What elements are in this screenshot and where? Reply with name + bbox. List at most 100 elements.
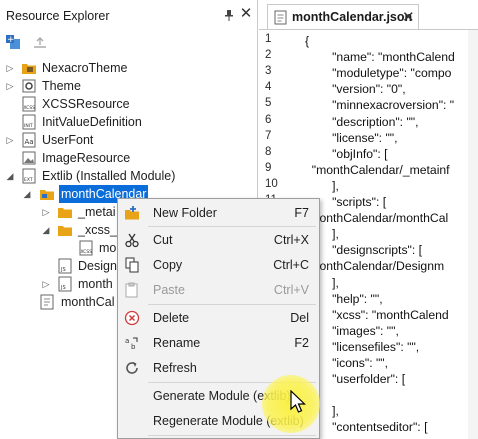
- menu-item-shortcut: Del: [290, 311, 309, 325]
- menu-item-label: Rename: [153, 336, 201, 350]
- line-number: 5: [265, 97, 272, 110]
- font-icon: Aa: [22, 132, 36, 148]
- line-number: 6: [265, 113, 272, 126]
- menu-item-delete[interactable]: Delete Del: [118, 306, 319, 330]
- svg-text:a: a: [125, 337, 129, 345]
- tree-item-metainfo[interactable]: ▷ _metai: [0, 203, 118, 221]
- tree-item-label: monthCal: [61, 295, 115, 309]
- line-number: 1: [265, 33, 272, 45]
- theme-gear-icon: [22, 79, 36, 93]
- tree-item-json[interactable]: monthCal: [0, 293, 118, 311]
- code-line: {: [305, 34, 310, 48]
- tree-item-xcssresource[interactable]: XCSS XCSSResource: [0, 95, 258, 113]
- line-number: 10: [265, 177, 278, 190]
- line-number: 2: [265, 49, 272, 62]
- code-line: "name": "monthCalend: [305, 50, 455, 65]
- tree-item-design-js[interactable]: JS Design: [0, 257, 118, 275]
- init-icon: INIT: [22, 114, 36, 130]
- tree-item-label: XCSSResource: [42, 97, 130, 111]
- menu-item-paste[interactable]: Paste Ctrl+V: [118, 278, 319, 302]
- tree-item-label: _metai: [78, 205, 116, 219]
- tree-item-month-js[interactable]: ▷ JS month: [0, 275, 118, 293]
- svg-text:JS: JS: [60, 267, 66, 273]
- menu-item-label: Copy: [153, 258, 183, 272]
- line-number: 3: [265, 65, 272, 78]
- line-number: 7: [265, 129, 272, 142]
- code-line: "monthCalendar/_metainf: [305, 162, 450, 177]
- expand-arrow-icon[interactable]: ▷: [41, 203, 51, 221]
- line-number: 9: [265, 161, 272, 174]
- expand-arrow-icon[interactable]: ▷: [5, 77, 15, 95]
- js-file-icon: JS: [58, 276, 72, 292]
- new-folder-icon: [125, 206, 139, 220]
- menu-item-label: Delete: [153, 311, 190, 325]
- code-line: "license": "",: [305, 130, 398, 145]
- tree-item-nexacrotheme[interactable]: ▷ NexacroTheme: [0, 59, 258, 77]
- menu-separator: [148, 226, 316, 227]
- expand-arrow-icon[interactable]: ▷: [5, 59, 15, 77]
- pin-icon[interactable]: [222, 8, 236, 22]
- cut-icon: [125, 233, 139, 248]
- vertical-scrollbar[interactable]: [468, 30, 478, 439]
- line-number: 4: [265, 81, 272, 94]
- tree-item-label: mo: [99, 241, 117, 255]
- menu-item-label: Paste: [153, 283, 185, 297]
- paste-icon: [125, 282, 138, 298]
- code-editor[interactable]: { "name": "monthCalend "moduletype": "co…: [305, 30, 478, 439]
- image-icon: [22, 151, 36, 165]
- add-resource-icon[interactable]: +: [5, 34, 23, 52]
- tree-item-initvaluedefinition[interactable]: INIT InitValueDefinition: [0, 113, 258, 131]
- tree-item-label: _xcss_: [78, 223, 117, 237]
- import-icon[interactable]: [31, 34, 49, 52]
- tree-item-extlib[interactable]: ◢ EXT Extlib (Installed Module): [0, 167, 258, 185]
- menu-item-copy[interactable]: Copy Ctrl+C: [118, 253, 319, 277]
- menu-item-cut[interactable]: Cut Ctrl+X: [118, 228, 319, 252]
- code-line: "designscripts": [: [305, 243, 423, 258]
- menu-item-new-folder[interactable]: New Folder F7: [118, 201, 319, 225]
- svg-text:+: +: [7, 35, 15, 45]
- menu-item-shortcut: Ctrl+C: [273, 258, 309, 272]
- svg-text:XCSS: XCSS: [81, 249, 93, 255]
- svg-text:JS: JS: [60, 285, 66, 291]
- svg-text:INIT: INIT: [24, 123, 33, 129]
- tree-item-imageresource[interactable]: ImageResource: [0, 149, 258, 167]
- code-line: "xcss": "monthCalend: [305, 307, 449, 322]
- tree-item-userfont[interactable]: ▷ Aa UserFont: [0, 131, 258, 149]
- tree-item-label: Design: [78, 259, 117, 273]
- theme-folder-icon: [22, 64, 36, 74]
- code-line: "userfolder": [: [305, 372, 406, 387]
- folder-icon: [58, 208, 72, 218]
- tree-item-xcss-folder[interactable]: ◢ _xcss_: [0, 221, 118, 239]
- close-icon[interactable]: ✕: [402, 8, 415, 26]
- close-icon[interactable]: ✕: [238, 6, 254, 22]
- collapse-arrow-icon[interactable]: ◢: [41, 221, 51, 239]
- folder-icon: [58, 226, 72, 236]
- tree-item-theme[interactable]: ▷ Theme: [0, 77, 258, 95]
- svg-text:b: b: [131, 343, 136, 351]
- refresh-icon: [126, 362, 138, 374]
- menu-item-label: Refresh: [153, 361, 197, 375]
- code-line: "objInfo": [: [305, 146, 388, 161]
- copy-icon: [125, 257, 139, 273]
- tab-monthcalendar-json[interactable]: monthCalendar.json ✕: [267, 4, 419, 30]
- svg-text:EXT: EXT: [24, 177, 33, 183]
- collapse-arrow-icon[interactable]: ◢: [22, 185, 32, 203]
- menu-item-label: New Folder: [153, 206, 217, 220]
- tree-item-label: Theme: [42, 79, 81, 93]
- expand-arrow-icon[interactable]: ▷: [41, 275, 51, 293]
- tree-item-xcss-file[interactable]: XCSS mo: [0, 239, 118, 257]
- menu-item-shortcut: Ctrl+V: [273, 283, 309, 297]
- menu-separator: [148, 304, 316, 305]
- menu-item-rename[interactable]: ab Rename F2: [118, 331, 319, 355]
- svg-text:XCSS: XCSS: [24, 105, 36, 111]
- expand-arrow-icon[interactable]: ▷: [5, 131, 15, 149]
- explorer-toolbar: +: [0, 32, 258, 54]
- svg-text:Aa: Aa: [25, 138, 34, 146]
- collapse-arrow-icon[interactable]: ◢: [5, 167, 15, 185]
- line-number: 8: [265, 145, 272, 158]
- menu-separator: [148, 435, 316, 436]
- xcss-file-icon: XCSS: [79, 240, 93, 256]
- module-folder-icon: [40, 190, 54, 200]
- mouse-cursor-icon: [290, 390, 306, 413]
- tree-item-label: InitValueDefinition: [42, 115, 142, 129]
